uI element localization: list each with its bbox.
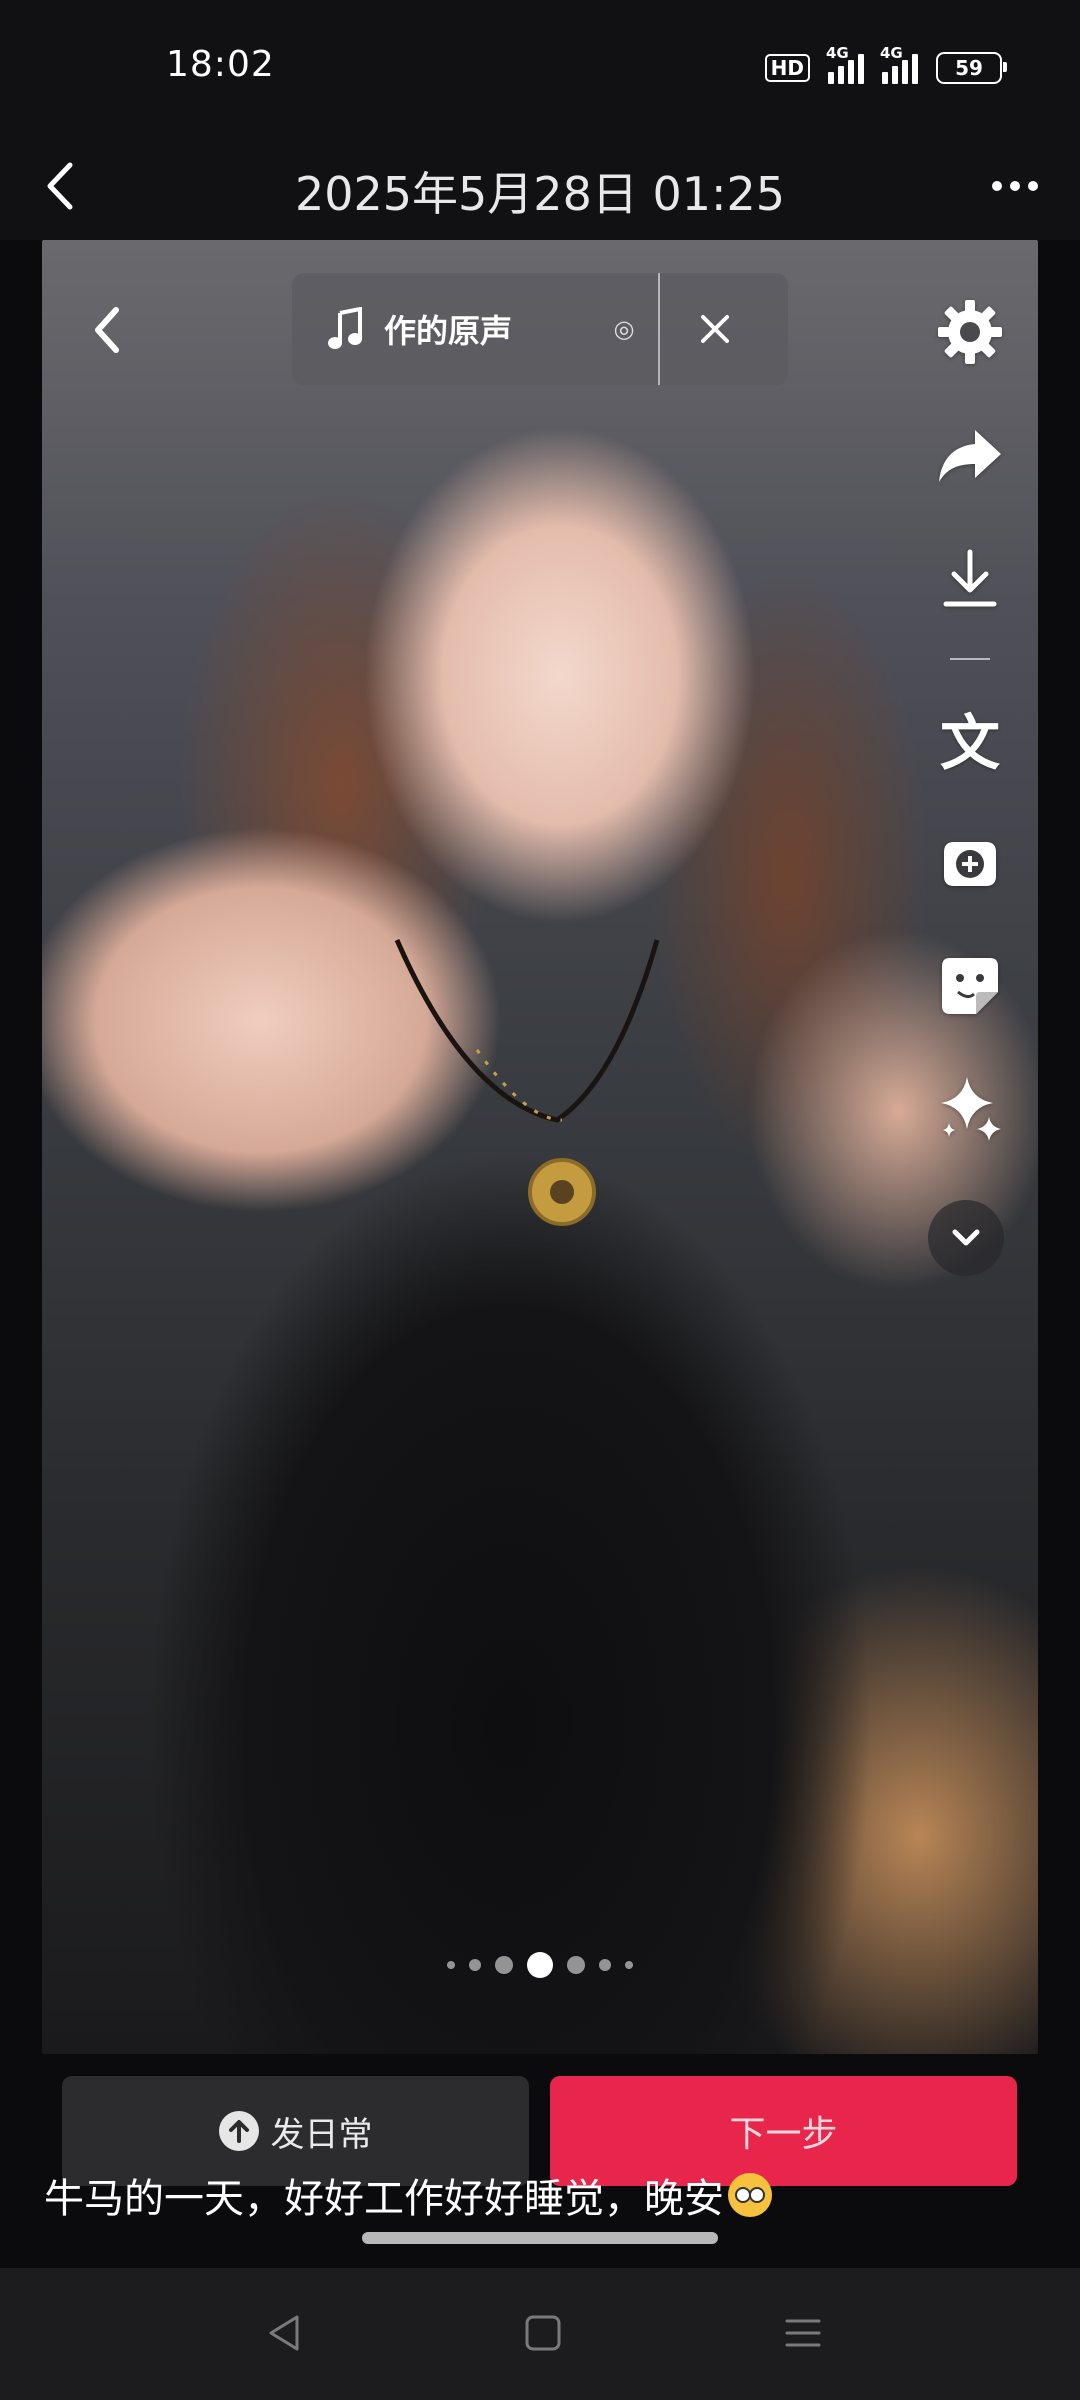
media-back-button[interactable] bbox=[72, 295, 142, 365]
music-spin-icon: ◎ bbox=[613, 315, 635, 343]
nav-home-icon bbox=[525, 2315, 561, 2351]
network-type-2: 4G bbox=[880, 44, 903, 62]
sticker-button[interactable] bbox=[924, 940, 1016, 1032]
music-close-button[interactable] bbox=[660, 273, 770, 385]
status-time: 18:02 bbox=[166, 44, 275, 85]
page-title: 2025年5月28日 01:25 bbox=[294, 167, 786, 221]
text-button[interactable]: 文 bbox=[924, 698, 1016, 790]
post-daily-label: 发日常 bbox=[270, 2114, 373, 2155]
chevron-down-icon bbox=[952, 1229, 980, 1246]
hd-badge: HD bbox=[764, 54, 810, 82]
chevron-left-icon bbox=[95, 307, 119, 353]
close-icon bbox=[701, 315, 729, 343]
pager-dot bbox=[495, 1956, 513, 1974]
add-sticker-button[interactable] bbox=[924, 818, 1016, 910]
caption-text: 牛马的一天，好好工作好好睡觉，晚安 bbox=[44, 2176, 724, 2222]
battery-icon: 59 bbox=[936, 52, 1007, 84]
add-sticker-icon bbox=[944, 842, 996, 886]
signal-icon-2: 4G bbox=[880, 44, 918, 84]
upload-arrow-icon bbox=[218, 2111, 259, 2151]
more-horizontal-icon bbox=[992, 181, 1002, 191]
nav-menu-icon bbox=[785, 2319, 821, 2347]
download-button[interactable] bbox=[924, 532, 1016, 624]
pager-dot-active bbox=[527, 1952, 553, 1978]
music-note-icon bbox=[328, 307, 362, 349]
toolbar-divider bbox=[950, 658, 990, 660]
music-label: 作的原声 bbox=[384, 312, 513, 350]
navigation-bar bbox=[0, 2268, 1080, 2400]
download-icon bbox=[943, 549, 997, 607]
battery-level: 59 bbox=[955, 56, 983, 80]
text-icon: 文 bbox=[940, 709, 1000, 779]
home-indicator[interactable] bbox=[362, 2232, 718, 2244]
next-step-label: 下一步 bbox=[729, 2114, 838, 2155]
pager-dot bbox=[469, 1959, 481, 1971]
signal-icon-1: 4G bbox=[826, 44, 864, 84]
share-button[interactable] bbox=[924, 410, 1016, 502]
necklace-pendant-illustration bbox=[394, 938, 660, 1226]
music-selector[interactable]: 作的原声 ◎ bbox=[292, 273, 788, 385]
photo-pager bbox=[42, 1950, 1038, 1980]
pager-dot bbox=[625, 1961, 633, 1969]
pager-dot bbox=[599, 1959, 611, 1971]
settings-button[interactable] bbox=[924, 286, 1016, 378]
nav-home-button[interactable] bbox=[503, 2298, 583, 2368]
toolbar-collapse-button[interactable] bbox=[928, 1200, 1004, 1276]
nav-back-button[interactable] bbox=[245, 2298, 325, 2368]
share-icon bbox=[939, 430, 1001, 482]
more-button[interactable] bbox=[980, 154, 1050, 218]
network-type-1: 4G bbox=[826, 44, 849, 62]
post-caption: 牛马的一天，好好工作好好睡觉，晚安 bbox=[44, 2166, 772, 2224]
photo-viewer[interactable]: 作的原声 ◎ 文 bbox=[42, 240, 1038, 2054]
flushed-face-emoji-icon bbox=[728, 2173, 772, 2217]
sparkle-effects-icon bbox=[941, 1077, 1001, 1141]
effects-button[interactable] bbox=[924, 1062, 1016, 1154]
nav-menu-button[interactable] bbox=[763, 2298, 843, 2368]
settings-icon bbox=[938, 300, 1002, 364]
status-icons: HD 4G 4G 59 bbox=[764, 44, 1007, 86]
title-bar: 2025年5月28日 01:25 bbox=[0, 130, 1080, 240]
sticker-icon bbox=[942, 958, 998, 1014]
status-bar: 18:02 HD 4G 4G 59 bbox=[0, 0, 1080, 130]
pager-dot bbox=[447, 1961, 455, 1969]
pager-dot bbox=[567, 1956, 585, 1974]
nav-back-icon bbox=[269, 2315, 299, 2351]
